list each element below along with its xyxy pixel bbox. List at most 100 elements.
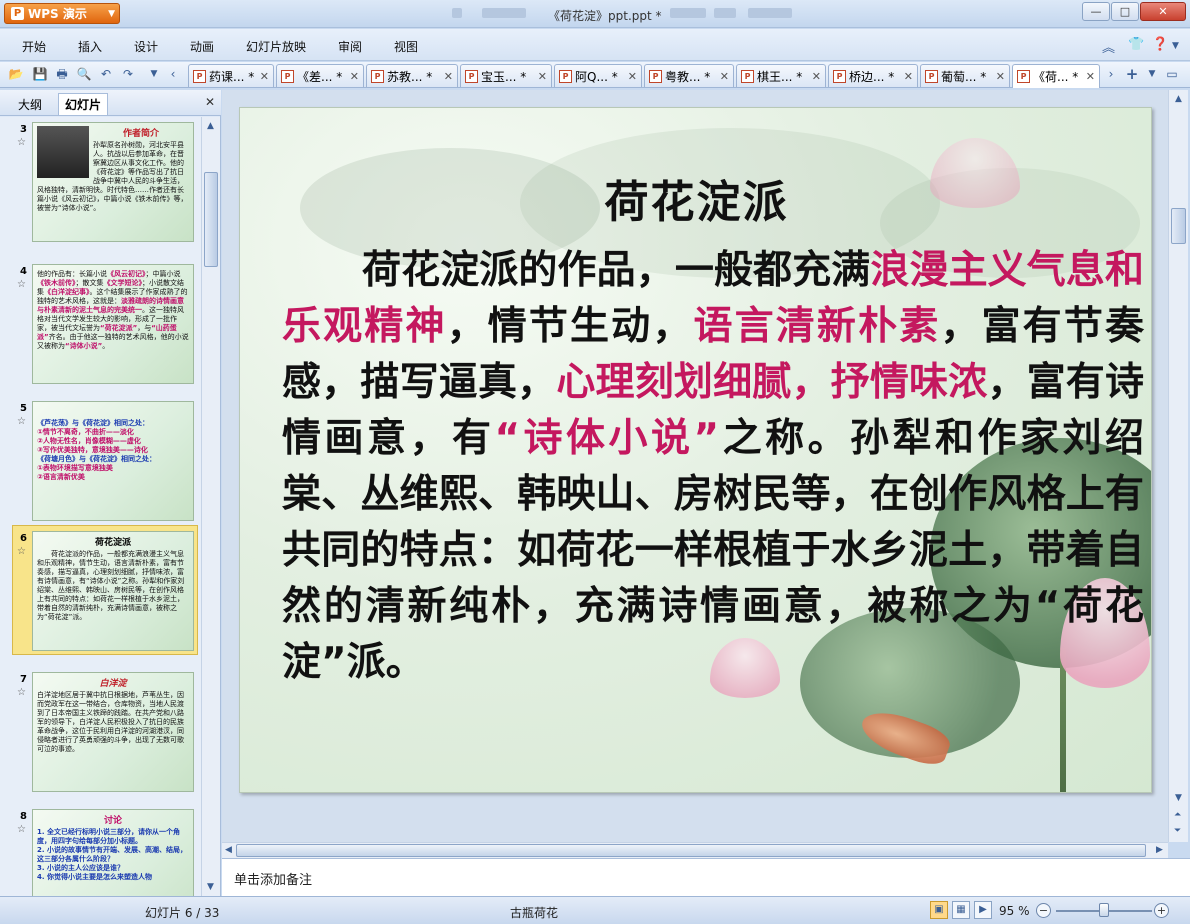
customize-dropdown-icon[interactable]: ▼ (146, 66, 162, 82)
previous-slide-icon[interactable]: ⏶ (1174, 810, 1181, 820)
slide-sorter-view-button[interactable]: ▦ (952, 901, 970, 919)
tabs-scroll-left-icon[interactable]: ‹ (165, 66, 181, 82)
open-icon[interactable]: 📂 (8, 66, 24, 82)
thumbnails-scrollbar[interactable]: ▲ ▼ (201, 117, 220, 896)
zoom-out-button[interactable]: − (1036, 903, 1051, 918)
zoom-slider-knob[interactable] (1099, 903, 1109, 917)
doc-tab[interactable]: P 苏教... * ✕ (366, 64, 458, 87)
save-icon[interactable]: 💾 (32, 66, 48, 82)
menu-design[interactable]: 设计 (134, 38, 158, 55)
close-tab-icon[interactable]: ✕ (1086, 70, 1095, 83)
editor-vertical-scrollbar[interactable]: ▲ ▼ ⏶ ⏷ (1168, 90, 1188, 842)
doc-tab[interactable]: P 药课... * ✕ (188, 64, 274, 87)
slideshow-view-button[interactable]: ▶ (974, 901, 992, 919)
notes-pane[interactable]: 单击添加备注 (222, 858, 1190, 896)
close-tab-icon[interactable]: ✕ (444, 70, 453, 83)
doc-tab[interactable]: P 阿Q... * ✕ (554, 64, 642, 87)
collapse-ribbon-icon[interactable]: ︽ (1102, 37, 1115, 56)
tab-outline[interactable]: 大纲 (12, 94, 48, 115)
close-tab-icon[interactable]: ✕ (720, 70, 729, 83)
menu-bar: 开始 插入 设计 动画 幻灯片放映 审阅 视图 ︽ 👕 ❓ ▼ (0, 29, 1190, 61)
help-icon[interactable]: ❓ (1152, 37, 1168, 52)
menu-review[interactable]: 审阅 (338, 38, 362, 55)
thumb-line: 2. 小说的故事情节有开端、发展、高潮、结局，这三部分各属什么阶段？ (37, 846, 187, 863)
tabs-scroll-right-icon[interactable]: › (1103, 66, 1119, 82)
close-tab-icon[interactable]: ✕ (812, 70, 821, 83)
thumb-body: 荷花淀派的作品，一般都充满浪漫主义气息和乐观精神，情节生动，语言清新朴素，富有节… (37, 550, 185, 621)
doc-tab-label: 棋王... * (757, 69, 803, 84)
maximize-button[interactable]: □ (1111, 2, 1139, 21)
close-tab-icon[interactable]: ✕ (350, 70, 359, 83)
menu-view[interactable]: 视图 (394, 38, 418, 55)
scrollbar-thumb[interactable] (236, 844, 1146, 857)
skin-icon[interactable]: 👕 (1128, 37, 1144, 52)
normal-view-button[interactable]: ▣ (930, 901, 948, 919)
close-tab-icon[interactable]: ✕ (996, 70, 1005, 83)
slide-thumbnail[interactable]: 作者简介 孙犁原名孙树勋，河北安平县人。抗战以后参加革命，在晋察冀边区从事文化工… (32, 122, 194, 242)
slide-thumbnail[interactable]: 他的作品有：长篇小说《风云初记》；中篇小说《铁木前传》；散文集《文学短论》；小说… (32, 264, 194, 384)
zoom-in-button[interactable]: + (1154, 903, 1169, 918)
scroll-right-icon[interactable]: ▶ (1156, 845, 1163, 855)
thumb-line: ②人物无性名，肖像模糊——虚化 (37, 437, 141, 445)
thumb-line: 4. 你觉得小说主要是怎么来塑造人物 (37, 873, 152, 881)
scrollbar-thumb[interactable] (1171, 208, 1186, 244)
doc-tab[interactable]: P 桥边... * ✕ (828, 64, 918, 87)
window-title: 《荷花淀》ppt.ppt * (548, 9, 662, 23)
thumb-line: ①表物环境描写意境独美 (37, 464, 113, 472)
menu-animation[interactable]: 动画 (190, 38, 214, 55)
next-slide-icon[interactable]: ⏷ (1174, 826, 1181, 836)
slide-number: 4 (20, 266, 27, 277)
close-tab-icon[interactable]: ✕ (628, 70, 637, 83)
slide-number: 7 (20, 674, 27, 685)
tab-list-icon[interactable]: ▭ (1164, 66, 1180, 82)
slide-body-text[interactable]: 荷花淀派的作品，一般都充满浪漫主义气息和乐观精神，情节生动，语言清新朴素，富有节… (282, 243, 1144, 691)
close-window-button[interactable]: ✕ (1140, 2, 1186, 21)
print-icon[interactable]: 🖶 (54, 66, 70, 82)
slide-title[interactable]: 荷花淀派 (240, 166, 1151, 230)
print-preview-icon[interactable]: 🔍 (76, 66, 92, 82)
scroll-up-icon[interactable]: ▲ (207, 121, 214, 131)
undo-icon[interactable]: ↶ (98, 66, 114, 82)
menu-insert[interactable]: 插入 (78, 38, 102, 55)
author-photo (37, 126, 89, 178)
thumb-text-segment: “荷花淀派” (100, 324, 138, 332)
thumb-text-segment: 。 (102, 342, 110, 350)
slide-thumbnail[interactable]: 白洋淀 白洋淀地区居于冀中抗日根据地，芦苇丛生，因而党政军在这一带结合，仓库物资… (32, 672, 194, 792)
thumb-line: 1. 全文已经行标明小说三部分，请你从一个角度，用四字句给每部分加小标题。 (37, 828, 180, 845)
scroll-down-icon[interactable]: ▼ (1175, 793, 1182, 803)
help-dropdown-icon[interactable]: ▼ (1172, 41, 1179, 51)
notes-placeholder[interactable]: 单击添加备注 (234, 869, 312, 888)
doc-tab-active[interactable]: P 《荷... * ✕ (1012, 64, 1100, 88)
scroll-left-icon[interactable]: ◀ (225, 845, 232, 855)
highlighted-text: 心理刻划细腻，抒情味浓 (556, 360, 988, 405)
close-tab-icon[interactable]: ✕ (260, 70, 269, 83)
editor-horizontal-scrollbar[interactable]: ◀ ▶ (222, 842, 1168, 858)
titlebar-faded-text (670, 8, 706, 18)
menu-slideshow[interactable]: 幻灯片放映 (246, 38, 306, 55)
doc-tab[interactable]: P 粤教... * ✕ (644, 64, 734, 87)
slide-thumbnail[interactable]: 讨论 1. 全文已经行标明小说三部分，请你从一个角度，用四字句给每部分加小标题。… (32, 809, 194, 896)
scroll-up-icon[interactable]: ▲ (1175, 94, 1182, 104)
slide-canvas[interactable]: 荷花淀派 荷花淀派的作品，一般都充满浪漫主义气息和乐观精神，情节生动，语言清新朴… (239, 107, 1152, 793)
redo-icon[interactable]: ↷ (120, 66, 136, 82)
thumb-title: 荷花淀派 (94, 538, 131, 548)
new-tab-icon[interactable]: + (1124, 66, 1140, 82)
minimize-button[interactable]: — (1082, 2, 1110, 21)
wps-menu-button[interactable]: P WPS 演示 ▼ (4, 3, 120, 24)
close-tab-icon[interactable]: ✕ (538, 70, 547, 83)
slide-thumbnail-selected[interactable]: 荷花淀派 荷花淀派的作品，一般都充满浪漫主义气息和乐观精神，情节生动，语言清新朴… (32, 531, 194, 651)
scroll-down-icon[interactable]: ▼ (207, 882, 214, 892)
new-tab-dropdown-icon[interactable]: ▼ (1144, 66, 1160, 82)
doc-tab[interactable]: P 葡萄... * ✕ (920, 64, 1010, 87)
close-tab-icon[interactable]: ✕ (904, 70, 913, 83)
doc-tab[interactable]: P 宝玉... * ✕ (460, 64, 552, 87)
scrollbar-thumb[interactable] (204, 172, 218, 267)
ppt-file-icon: P (1017, 70, 1030, 83)
doc-tab[interactable]: P 棋王... * ✕ (736, 64, 826, 87)
doc-tab[interactable]: P 《差... * ✕ (276, 64, 364, 87)
ppt-file-icon: P (649, 69, 662, 83)
close-panel-icon[interactable]: ✕ (205, 95, 215, 109)
slide-thumbnail[interactable]: 《芦花荡》与《荷花淀》相同之处： ①情节不离奇，不曲折——淡化 ②人物无性名，肖… (32, 401, 194, 521)
menu-home[interactable]: 开始 (22, 38, 46, 55)
tab-slides[interactable]: 幻灯片 (58, 93, 109, 115)
